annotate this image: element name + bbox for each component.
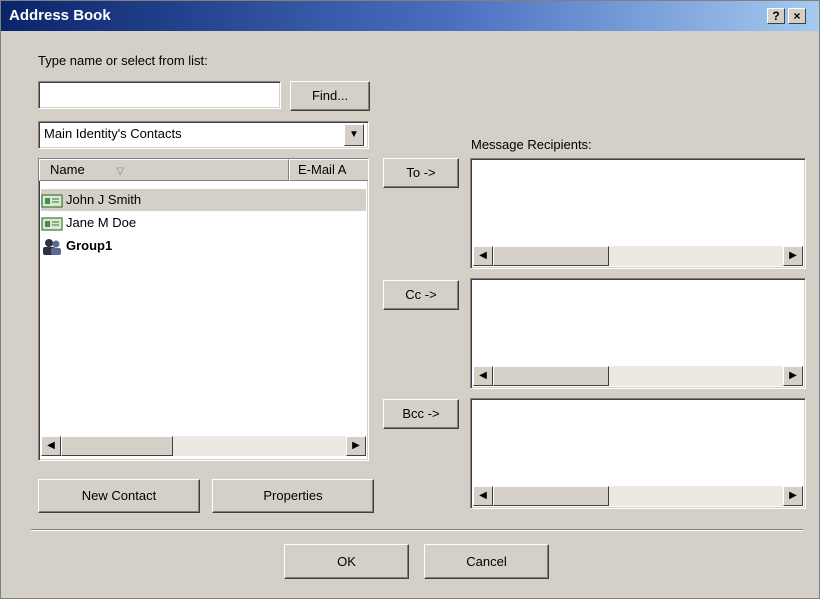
search-input[interactable] [40,84,280,108]
contacts-list: Name ▽ E-Mail A John J Smith Jane M Doe [38,158,369,461]
to-scrollbar[interactable]: ◀ ▶ [473,246,803,266]
contact-card-icon [41,216,63,231]
list-item[interactable]: Jane M Doe [41,212,366,234]
list-item[interactable]: John J Smith [41,189,366,211]
cc-button[interactable]: Cc -> [383,280,459,310]
ok-button[interactable]: OK [284,544,409,579]
contact-card-icon [41,193,63,208]
cancel-button[interactable]: Cancel [424,544,549,579]
scroll-thumb[interactable] [61,436,173,456]
folder-select-value: Main Identity's Contacts [44,126,182,141]
properties-button[interactable]: Properties [212,479,374,513]
scroll-right-icon[interactable]: ▶ [783,366,803,386]
column-header-name-label: Name [50,162,85,177]
scroll-right-icon[interactable]: ▶ [346,436,366,456]
find-button[interactable]: Find... [290,81,370,111]
contact-name: Jane M Doe [66,215,137,230]
contact-name: John J Smith [66,192,142,207]
to-recipients-box[interactable]: ◀ ▶ [470,158,806,269]
window-title: Address Book [9,7,111,24]
address-book-dialog: Address Book ? × Type name or select fro… [0,0,820,599]
group-name: Group1 [66,238,113,253]
scroll-thumb[interactable] [493,246,609,266]
bcc-button[interactable]: Bcc -> [383,399,459,429]
scroll-left-icon[interactable]: ◀ [473,246,493,266]
message-recipients-label: Message Recipients: [471,137,592,152]
folder-select[interactable]: Main Identity's Contacts ▼ [38,121,369,149]
column-header-name[interactable]: Name ▽ [39,159,289,181]
new-contact-button[interactable]: New Contact [38,479,200,513]
sort-arrow-icon: ▽ [116,166,125,177]
scroll-right-icon[interactable]: ▶ [783,246,803,266]
bcc-scrollbar[interactable]: ◀ ▶ [473,486,803,506]
contacts-scrollbar[interactable]: ◀ ▶ [41,436,366,456]
scroll-left-icon[interactable]: ◀ [473,366,493,386]
bcc-recipients-box[interactable]: ◀ ▶ [470,398,806,509]
cc-scrollbar[interactable]: ◀ ▶ [473,366,803,386]
column-header-email[interactable]: E-Mail A [289,159,368,181]
help-button[interactable]: ? [767,8,785,24]
scroll-left-icon[interactable]: ◀ [41,436,61,456]
scroll-right-icon[interactable]: ▶ [783,486,803,506]
dropdown-arrow-icon[interactable]: ▼ [344,124,364,146]
cc-recipients-box[interactable]: ◀ ▶ [470,278,806,389]
scroll-thumb[interactable] [493,486,609,506]
list-item[interactable]: Group1 [41,235,366,257]
dialog-separator [31,529,803,531]
close-button[interactable]: × [788,8,806,24]
scroll-left-icon[interactable]: ◀ [473,486,493,506]
to-button[interactable]: To -> [383,158,459,188]
search-label: Type name or select from list: [38,53,208,68]
search-input-frame [38,81,281,109]
scroll-thumb[interactable] [493,366,609,386]
title-bar[interactable]: Address Book ? × [1,1,819,31]
group-icon [43,238,61,255]
search-label-text: Type name or select from list: [38,53,208,68]
